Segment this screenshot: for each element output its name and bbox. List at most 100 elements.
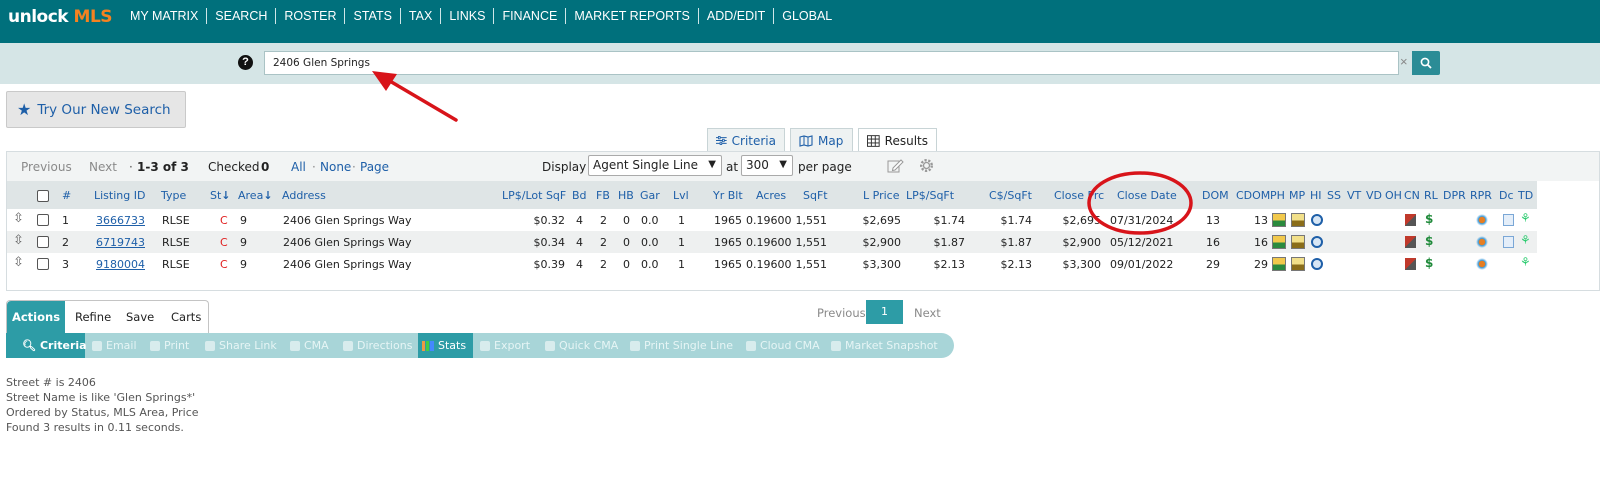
nav-market-reports[interactable]: MARKET REPORTS xyxy=(565,8,698,24)
col-acres[interactable]: Acres xyxy=(756,189,786,202)
col-rpr[interactable]: RPR xyxy=(1470,189,1492,202)
dollar-icon[interactable]: $ xyxy=(1425,256,1439,270)
td-icon[interactable]: ⚘ xyxy=(1520,255,1534,269)
row-checkbox[interactable] xyxy=(37,236,49,248)
table-row[interactable]: ⇳ 2 6719743 RLSE C 9 2406 Glen Springs Way $0.3… xyxy=(7,231,1537,253)
col-l-price[interactable]: L Price xyxy=(863,189,899,202)
col-gar[interactable]: Gar xyxy=(640,189,660,202)
history-icon[interactable] xyxy=(1311,214,1323,226)
photo-icon[interactable] xyxy=(1272,213,1286,227)
td-icon[interactable]: ⚘ xyxy=(1520,233,1534,247)
pager-previous[interactable]: Previous xyxy=(817,306,866,320)
tab-criteria[interactable]: Criteria xyxy=(707,128,785,152)
cube-icon[interactable] xyxy=(1405,258,1416,270)
row-checkbox[interactable] xyxy=(37,258,49,270)
col-ss[interactable]: SS xyxy=(1327,189,1341,202)
select-all-checkbox[interactable] xyxy=(37,190,49,202)
table-row[interactable]: ⇳ 1 3666733 RLSE C 9 2406 Glen Springs Way $0.3… xyxy=(7,209,1537,231)
photo-icon[interactable] xyxy=(1272,257,1286,271)
col-lp-lot[interactable]: LP$/Lot SqF xyxy=(502,189,566,202)
tab-carts[interactable]: Carts xyxy=(171,310,201,324)
help-icon[interactable]: ? xyxy=(238,55,253,70)
col-vt[interactable]: VT xyxy=(1347,189,1361,202)
drag-handle-icon[interactable]: ⇳ xyxy=(13,211,24,226)
rpr-icon[interactable] xyxy=(1475,257,1489,271)
map-marker-icon[interactable] xyxy=(1291,257,1305,271)
drag-handle-icon[interactable]: ⇳ xyxy=(13,255,24,270)
history-icon[interactable] xyxy=(1311,258,1323,270)
tab-refine[interactable]: Refine xyxy=(75,310,111,324)
dollar-icon[interactable]: $ xyxy=(1425,212,1439,226)
col-lp-sqft[interactable]: LP$/SqFt xyxy=(906,189,954,202)
documents-icon[interactable] xyxy=(1503,236,1514,248)
clear-icon[interactable]: × xyxy=(1400,55,1408,69)
table-row[interactable]: ⇳ 3 9180004 RLSE C 9 2406 Glen Springs Way $0.3… xyxy=(7,253,1537,275)
col-dpr[interactable]: DPR xyxy=(1443,189,1466,202)
col-vd[interactable]: VD xyxy=(1366,189,1382,202)
action-print-single-line[interactable]: Print Single Line xyxy=(626,333,733,358)
col-close-prc[interactable]: Close Prc xyxy=(1054,189,1104,202)
pager-page-1[interactable]: 1 xyxy=(866,300,903,324)
tab-results[interactable]: Results xyxy=(858,128,937,153)
documents-icon[interactable] xyxy=(1503,214,1514,226)
action-export[interactable]: Export xyxy=(476,333,530,358)
nav-links[interactable]: LINKS xyxy=(440,8,493,24)
col-hb[interactable]: HB xyxy=(618,189,634,202)
tab-map[interactable]: Map xyxy=(790,128,853,152)
next-link[interactable]: Next xyxy=(89,160,117,174)
nav-roster[interactable]: ROSTER xyxy=(275,8,344,24)
col-cn[interactable]: CN xyxy=(1404,189,1420,202)
cube-icon[interactable] xyxy=(1405,236,1416,248)
try-new-search-button[interactable]: ★ Try Our New Search xyxy=(6,91,186,128)
search-button[interactable] xyxy=(1412,51,1440,75)
cell-listing-id[interactable]: 6719743 xyxy=(96,236,145,249)
col-oh[interactable]: OH xyxy=(1385,189,1402,202)
edit-icon[interactable] xyxy=(887,158,904,174)
col-area[interactable]: Area↓ xyxy=(238,189,273,202)
col-address[interactable]: Address xyxy=(282,189,326,202)
brand-logo[interactable]: unlock MLS xyxy=(8,7,113,27)
nav-tax[interactable]: TAX xyxy=(399,8,440,24)
nav-add-edit[interactable]: ADD/EDIT xyxy=(697,8,773,24)
display-select[interactable]: Agent Single Line ▼ xyxy=(588,155,722,176)
gear-icon[interactable] xyxy=(918,157,935,174)
rpr-icon[interactable] xyxy=(1475,235,1489,249)
photo-icon[interactable] xyxy=(1272,235,1286,249)
select-all-link[interactable]: All xyxy=(291,160,306,174)
col-sqft[interactable]: SqFt xyxy=(803,189,828,202)
col-rl[interactable]: RL xyxy=(1424,189,1438,202)
action-market-snapshot[interactable]: Market Snapshot xyxy=(827,333,938,358)
col-td[interactable]: TD xyxy=(1518,189,1533,202)
nav-stats[interactable]: STATS xyxy=(344,8,399,24)
select-none-link[interactable]: None xyxy=(320,160,351,174)
action-share-link[interactable]: Share Link xyxy=(201,333,277,358)
select-page-link[interactable]: Page xyxy=(360,160,389,174)
col-close-date[interactable]: Close Date xyxy=(1117,189,1177,202)
cell-listing-id[interactable]: 9180004 xyxy=(96,258,145,271)
col-num[interactable]: # xyxy=(62,189,71,202)
action-email[interactable]: Email xyxy=(88,333,137,358)
col-cdom[interactable]: CDOM xyxy=(1236,189,1270,202)
td-icon[interactable]: ⚘ xyxy=(1520,211,1534,225)
drag-handle-icon[interactable]: ⇳ xyxy=(13,233,24,248)
action-directions[interactable]: Directions xyxy=(339,333,412,358)
col-hi[interactable]: HI xyxy=(1310,189,1322,202)
action-stats[interactable]: Stats xyxy=(418,333,473,358)
pager-next[interactable]: Next xyxy=(914,306,941,320)
tab-save[interactable]: Save xyxy=(126,310,154,324)
col-yr-blt[interactable]: Yr Blt xyxy=(713,189,743,202)
map-marker-icon[interactable] xyxy=(1291,235,1305,249)
cell-listing-id[interactable]: 3666733 xyxy=(96,214,145,227)
action-cloud-cma[interactable]: Cloud CMA xyxy=(742,333,820,358)
col-dc[interactable]: Dc xyxy=(1499,189,1514,202)
col-c-sqft[interactable]: C$/SqFt xyxy=(989,189,1032,202)
col-bd[interactable]: Bd xyxy=(572,189,587,202)
col-ph[interactable]: PH xyxy=(1270,189,1285,202)
action-quick-cma[interactable]: Quick CMA xyxy=(541,333,618,358)
nav-finance[interactable]: FINANCE xyxy=(493,8,565,24)
col-listing-id[interactable]: Listing ID xyxy=(94,189,145,202)
rpr-icon[interactable] xyxy=(1475,213,1489,227)
per-page-select[interactable]: 300 ▼ xyxy=(741,155,793,176)
col-st[interactable]: St↓ xyxy=(210,189,231,202)
tab-actions[interactable]: Actions xyxy=(7,301,65,334)
